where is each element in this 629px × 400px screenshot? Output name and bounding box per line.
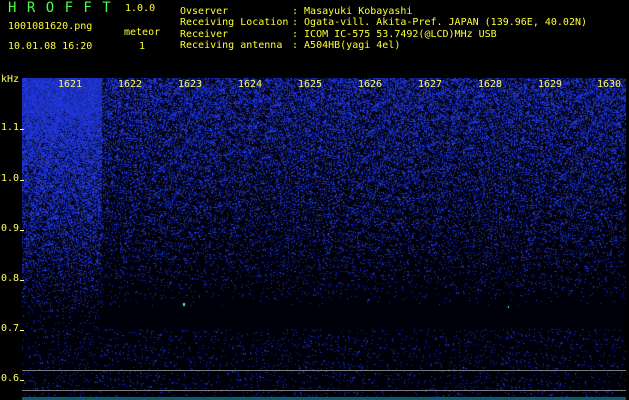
x-tick-1622: 1622 [118,79,143,90]
y-tick-0.9: 0.9 [1,223,20,234]
info-value-location: : Ogata-vill. Akita-Pref. JAPAN (139.96E… [292,17,588,28]
info-value-receiver: : ICOM IC-575 53.7492(@LCD)MHz USB [292,29,497,40]
info-key-receiver: Receiver [180,29,229,40]
meteor-count: 1 [139,41,146,52]
y-tick-mark [20,380,24,381]
x-tick-1623: 1623 [178,79,203,90]
y-tick-mark [20,230,24,231]
info-value-antenna: : A504HB(yagi 4el) [292,40,401,51]
y-tick-0.8: 0.8 [1,273,20,284]
x-tick-1625: 1625 [298,79,323,90]
reference-line-lower [22,390,626,391]
header-panel: H R O F F T 1.0.0 1001081620.png meteor … [0,0,629,74]
y-tick-0.7: 0.7 [1,323,20,334]
x-tick-1624: 1624 [238,79,263,90]
info-value-observer: : Masayuki Kobayashi [292,6,413,17]
y-tick-mark [20,129,24,130]
info-key-observer: Ovserver [180,6,229,17]
file-name: 1001081620.png [8,21,93,32]
file-timestamp: 10.01.08 16:20 [8,41,93,52]
y-tick-1.1: 1.1 [1,122,20,133]
y-tick-1.0: 1.0 [1,173,20,184]
y-axis-unit: kHz [1,74,20,85]
x-tick-1626: 1626 [358,79,383,90]
y-tick-mark [20,280,24,281]
reference-line-upper [22,370,626,371]
app-version: 1.0.0 [125,3,156,14]
x-tick-1627: 1627 [418,79,443,90]
y-tick-0.6: 0.6 [1,373,20,384]
app-name: H R O F F T [8,0,112,16]
x-tick-1630: 1630 [597,79,622,90]
info-key-location: Receiving Location [180,17,289,28]
meteor-label: meteor [124,27,161,38]
y-tick-mark [20,330,24,331]
spectrogram-noise [22,78,626,400]
x-tick-1629: 1629 [538,79,563,90]
spectrogram-plot [22,78,626,400]
x-tick-1621: 1621 [58,79,83,90]
info-key-antenna: Receiving antenna [180,40,283,51]
y-tick-mark [20,180,24,181]
x-tick-1628: 1628 [478,79,503,90]
